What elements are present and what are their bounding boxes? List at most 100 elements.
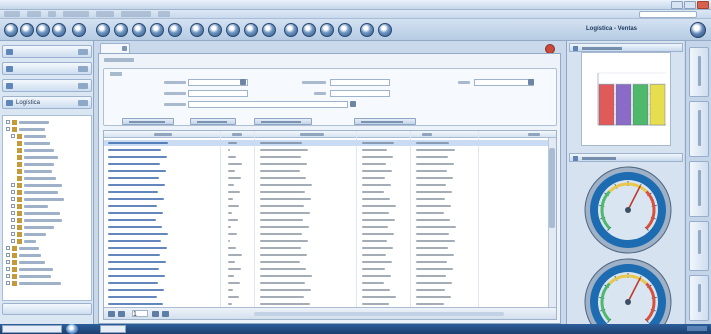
- vertical-scrollbar[interactable]: [548, 138, 556, 308]
- tree-node[interactable]: [11, 224, 54, 230]
- tree-node[interactable]: [6, 273, 51, 279]
- tree-node[interactable]: [17, 168, 52, 174]
- toolbar-button-icon[interactable]: [284, 23, 298, 37]
- tree-node[interactable]: [11, 203, 48, 209]
- filter-field[interactable]: [188, 101, 348, 108]
- lookup-icon[interactable]: [350, 101, 356, 107]
- table-row[interactable]: [104, 280, 550, 286]
- expand-icon[interactable]: [78, 100, 88, 106]
- filter-button[interactable]: [254, 118, 312, 125]
- table-row[interactable]: [104, 175, 550, 181]
- side-tab[interactable]: [689, 101, 709, 157]
- toolbar-button-icon[interactable]: [190, 23, 204, 37]
- tree-node[interactable]: [17, 175, 56, 181]
- page-number-input[interactable]: 1: [132, 310, 148, 318]
- table-row[interactable]: [104, 259, 550, 265]
- table-row[interactable]: [104, 245, 550, 251]
- last-page-icon[interactable]: [162, 311, 169, 317]
- toolbar-button-icon[interactable]: [20, 23, 34, 37]
- tree-node[interactable]: [11, 231, 46, 237]
- filter-button[interactable]: [354, 118, 416, 125]
- tree-node[interactable]: [11, 217, 62, 223]
- tree-node[interactable]: [17, 147, 54, 153]
- table-row[interactable]: [104, 182, 550, 188]
- expand-icon[interactable]: [78, 49, 88, 55]
- table-row[interactable]: [104, 266, 550, 272]
- table-row[interactable]: [104, 238, 550, 244]
- nav-section[interactable]: [2, 45, 92, 58]
- table-row[interactable]: [104, 210, 550, 216]
- table-row[interactable]: [104, 196, 550, 202]
- table-row[interactable]: [104, 140, 550, 146]
- lookup-icon[interactable]: [240, 79, 246, 85]
- toolbar-button-icon[interactable]: [226, 23, 240, 37]
- side-tab[interactable]: [689, 161, 709, 217]
- help-button-icon[interactable]: [690, 22, 706, 38]
- start-button[interactable]: [2, 325, 62, 333]
- document-tab[interactable]: [100, 43, 130, 53]
- tree-node[interactable]: [6, 280, 61, 286]
- nav-section[interactable]: [2, 79, 92, 92]
- toolbar-button-icon[interactable]: [132, 23, 146, 37]
- menu-item[interactable]: [121, 11, 151, 17]
- minimize-button[interactable]: [671, 1, 683, 9]
- toolbar-button-icon[interactable]: [168, 23, 182, 37]
- menu-item[interactable]: [96, 11, 114, 17]
- tree-node[interactable]: [17, 161, 54, 167]
- table-row[interactable]: [104, 287, 550, 293]
- taskbar-item[interactable]: [100, 325, 126, 333]
- close-tab-icon[interactable]: [122, 46, 127, 51]
- side-tab[interactable]: [689, 47, 709, 97]
- nav-section[interactable]: [2, 62, 92, 75]
- tree-node[interactable]: [11, 196, 64, 202]
- first-page-icon[interactable]: [108, 311, 115, 317]
- toolbar-button-icon[interactable]: [150, 23, 164, 37]
- toolbar-button-icon[interactable]: [302, 23, 316, 37]
- filter-field[interactable]: [474, 79, 534, 86]
- table-row[interactable]: [104, 231, 550, 237]
- chart-panel-header[interactable]: [569, 43, 683, 52]
- table-row[interactable]: [104, 294, 550, 300]
- toolbar-button-icon[interactable]: [4, 23, 18, 37]
- tree-node[interactable]: [11, 133, 46, 139]
- horizontal-scrollbar[interactable]: [254, 312, 504, 316]
- tree-node[interactable]: [6, 119, 49, 125]
- menu-item[interactable]: [4, 11, 20, 17]
- toolbar-button-icon[interactable]: [96, 23, 110, 37]
- toolbar-button-icon[interactable]: [208, 23, 222, 37]
- toolbar-button-icon[interactable]: [378, 23, 392, 37]
- table-row[interactable]: [104, 189, 550, 195]
- nav-bottom-section[interactable]: [2, 303, 92, 315]
- side-tab[interactable]: [689, 221, 709, 271]
- expand-icon[interactable]: [78, 66, 88, 72]
- table-row[interactable]: [104, 154, 550, 160]
- filter-button[interactable]: [122, 118, 174, 125]
- next-page-icon[interactable]: [152, 311, 159, 317]
- side-tab[interactable]: [689, 275, 709, 321]
- column-header[interactable]: [300, 133, 324, 136]
- tree-node[interactable]: [11, 238, 36, 244]
- table-row[interactable]: [104, 252, 550, 258]
- table-row[interactable]: [104, 273, 550, 279]
- column-header[interactable]: [232, 133, 242, 136]
- toolbar-button-icon[interactable]: [72, 23, 86, 37]
- table-row[interactable]: [104, 161, 550, 167]
- column-header[interactable]: [422, 133, 432, 136]
- tree-node[interactable]: [6, 252, 41, 258]
- nav-section-logistica[interactable]: Logística: [2, 96, 92, 109]
- table-row[interactable]: [104, 168, 550, 174]
- toolbar-button-icon[interactable]: [114, 23, 128, 37]
- filter-field[interactable]: [330, 79, 390, 86]
- table-row[interactable]: [104, 147, 550, 153]
- menu-item[interactable]: [48, 11, 56, 17]
- maximize-button[interactable]: [684, 1, 696, 9]
- close-window-button[interactable]: [697, 1, 709, 9]
- filter-field[interactable]: [330, 90, 390, 97]
- toolbar-button-icon[interactable]: [36, 23, 50, 37]
- column-header[interactable]: [528, 133, 540, 136]
- toolbar-button-icon[interactable]: [338, 23, 352, 37]
- menu-item[interactable]: [63, 11, 89, 17]
- toolbar-button-icon[interactable]: [244, 23, 258, 37]
- menu-item[interactable]: [27, 11, 41, 17]
- table-row[interactable]: [104, 224, 550, 230]
